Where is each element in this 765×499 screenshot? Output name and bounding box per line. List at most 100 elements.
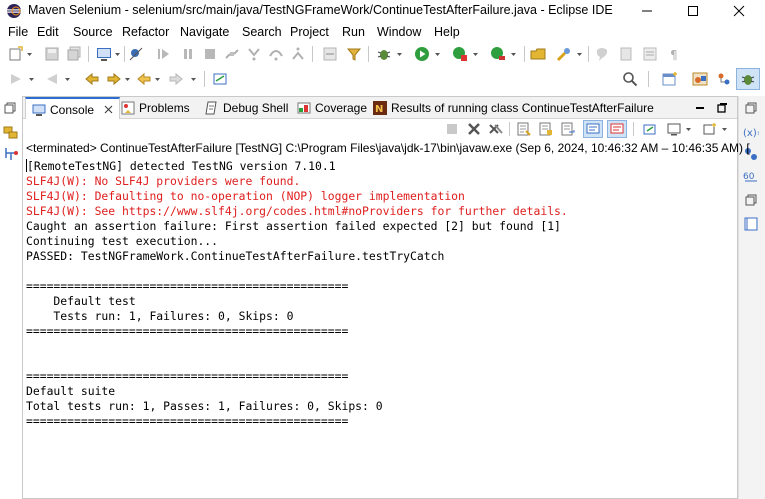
chevron-down-icon[interactable]: [721, 121, 728, 137]
forward-icon[interactable]: [168, 71, 184, 87]
open-console-icon[interactable]: [703, 122, 717, 136]
debug-perspective-button[interactable]: [736, 68, 760, 90]
next-edit-icon[interactable]: [106, 71, 122, 87]
resume-icon[interactable]: [156, 46, 172, 62]
external-tools-icon[interactable]: [490, 46, 506, 62]
tab-testng-results[interactable]: N Results of running class ContinueTestA…: [373, 97, 654, 119]
display-console-icon[interactable]: [667, 122, 681, 136]
console-line: [RemoteTestNG] detected TestNG version 7…: [26, 159, 336, 173]
back-icon[interactable]: [136, 71, 152, 87]
pin-editor-icon[interactable]: [212, 71, 228, 87]
show-on-stdout-toggle[interactable]: [583, 120, 603, 138]
open-perspective-icon[interactable]: [662, 71, 678, 87]
show-on-stderr-toggle[interactable]: [607, 120, 627, 138]
outline-icon[interactable]: [743, 216, 759, 232]
console-error-line: SLF4J(W): Defaulting to no-operation (NO…: [26, 189, 465, 203]
use-step-filters-icon[interactable]: [346, 46, 362, 62]
restore-icon[interactable]: [4, 102, 16, 114]
package-explorer-icon[interactable]: [3, 124, 19, 140]
chevron-down-icon[interactable]: [190, 71, 197, 87]
tab-debug-shell[interactable]: Debug Shell: [205, 97, 288, 119]
restore-icon[interactable]: [745, 102, 757, 114]
clear-console-icon[interactable]: [517, 122, 531, 136]
debug-shell-icon: [205, 101, 217, 115]
toolbar-separator: [524, 46, 525, 62]
debug-icon[interactable]: [376, 46, 392, 62]
coverage-run-icon[interactable]: [452, 46, 468, 62]
minimize-view-icon[interactable]: [695, 103, 705, 113]
chevron-down-icon[interactable]: [154, 71, 161, 87]
chevron-down-icon[interactable]: [28, 71, 35, 87]
maximize-button[interactable]: [670, 0, 716, 22]
word-wrap-icon[interactable]: [561, 122, 575, 136]
menu-search[interactable]: Search: [242, 25, 282, 39]
toggle-mark-icon[interactable]: [618, 46, 634, 62]
expressions-icon[interactable]: 60: [743, 168, 759, 184]
open-type-icon[interactable]: [530, 46, 546, 62]
scroll-lock-icon[interactable]: [539, 122, 553, 136]
save-icon[interactable]: [44, 46, 60, 62]
console-output[interactable]: [RemoteTestNG] detected TestNG version 7…: [26, 159, 738, 497]
next-annotation-icon[interactable]: [8, 71, 24, 87]
chevron-down-icon[interactable]: [472, 46, 479, 62]
coverage-icon: [297, 102, 311, 114]
menu-edit[interactable]: Edit: [37, 25, 59, 39]
tab-console[interactable]: Console: [25, 97, 121, 120]
disconnect-icon[interactable]: [224, 46, 240, 62]
chevron-down-icon[interactable]: [576, 46, 583, 62]
restore-icon[interactable]: [745, 194, 757, 206]
chevron-down-icon[interactable]: [434, 46, 441, 62]
variables-icon[interactable]: (x)=: [743, 124, 759, 140]
menu-project[interactable]: Project: [290, 25, 329, 39]
run-icon[interactable]: [414, 46, 430, 62]
console-line: Tests run: 1, Failures: 0, Skips: 0: [26, 309, 294, 323]
step-return-icon[interactable]: [290, 46, 306, 62]
menu-file[interactable]: File: [8, 25, 28, 39]
chevron-down-icon[interactable]: [114, 46, 121, 62]
search-tool-icon[interactable]: [556, 46, 572, 62]
toolbar-separator: [204, 71, 205, 87]
terminate-icon[interactable]: [445, 122, 459, 136]
chevron-down-icon[interactable]: [124, 71, 131, 87]
git-perspective-icon[interactable]: [716, 71, 732, 87]
suspend-icon[interactable]: [180, 46, 196, 62]
skip-breakpoints-icon[interactable]: [128, 46, 144, 62]
console-view-icon[interactable]: [96, 46, 112, 62]
new-icon[interactable]: [8, 46, 24, 62]
menu-refactor[interactable]: Refactor: [122, 25, 169, 39]
step-into-icon[interactable]: [246, 46, 262, 62]
tab-problems[interactable]: Problems: [121, 97, 190, 119]
save-all-icon[interactable]: [66, 46, 82, 62]
tab-coverage[interactable]: Coverage: [297, 97, 367, 119]
search-icon[interactable]: [622, 71, 638, 87]
remove-launch-icon[interactable]: [467, 122, 481, 136]
terminate-icon[interactable]: [202, 46, 218, 62]
remove-all-terminated-icon[interactable]: [489, 122, 503, 136]
minimize-button[interactable]: [624, 0, 670, 22]
chevron-down-icon[interactable]: [64, 71, 71, 87]
java-perspective-icon[interactable]: [692, 71, 708, 87]
prev-annotation-icon[interactable]: [44, 71, 60, 87]
close-icon[interactable]: [104, 105, 113, 114]
maximize-view-icon[interactable]: [717, 102, 728, 113]
chevron-down-icon[interactable]: [510, 46, 517, 62]
close-button[interactable]: [716, 0, 762, 22]
menu-window[interactable]: Window: [377, 25, 421, 39]
chevron-down-icon[interactable]: [26, 46, 33, 62]
drop-to-frame-icon[interactable]: [322, 46, 338, 62]
menu-source[interactable]: Source: [73, 25, 113, 39]
last-edit-icon[interactable]: [84, 71, 100, 87]
step-over-icon[interactable]: [268, 46, 284, 62]
block-select-icon[interactable]: [642, 46, 658, 62]
annotation-icon[interactable]: [594, 46, 610, 62]
tab-label: Coverage: [315, 101, 368, 115]
junit-icon[interactable]: [3, 146, 19, 162]
menu-run[interactable]: Run: [342, 25, 365, 39]
chevron-down-icon[interactable]: [396, 46, 403, 62]
show-whitespace-icon[interactable]: ¶: [666, 46, 682, 62]
pin-icon[interactable]: [643, 122, 657, 136]
debug-perspective-icon: [741, 75, 755, 85]
chevron-down-icon[interactable]: [685, 121, 692, 137]
menu-navigate[interactable]: Navigate: [180, 25, 229, 39]
menu-help[interactable]: Help: [434, 25, 460, 39]
